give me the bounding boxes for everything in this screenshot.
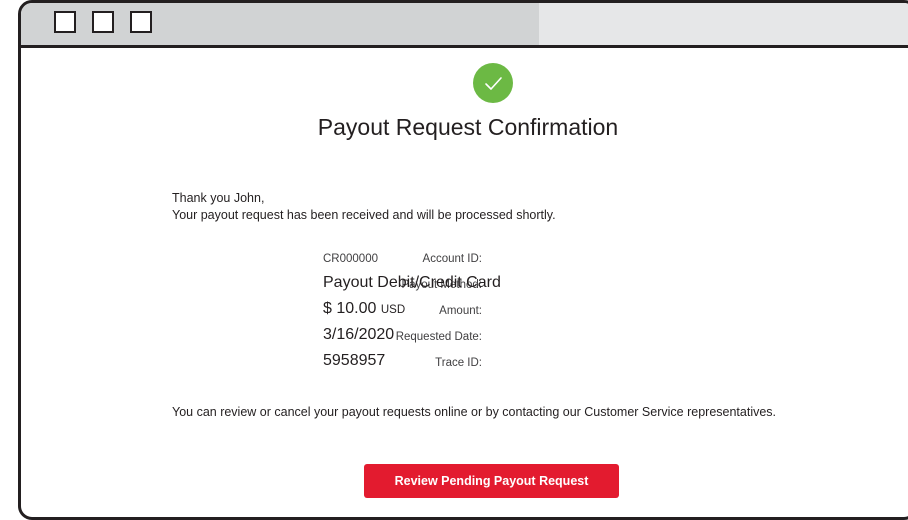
detail-label: Requested Date: xyxy=(395,331,482,343)
window-button-2[interactable] xyxy=(92,11,114,33)
detail-row-amount: Amount: $ 10.00 USD xyxy=(21,300,908,324)
detail-row-payout-method: Payout Method: Payout Debit/Credit Card xyxy=(21,274,908,298)
window-titlebar xyxy=(21,3,908,48)
greeting-message: Your payout request has been received an… xyxy=(172,208,556,222)
greeting-line: Thank you John, xyxy=(172,191,265,205)
window-button-3[interactable] xyxy=(130,11,152,33)
titlebar-tab-area xyxy=(539,3,908,45)
confirmation-content: Payout Request Confirmation Thank you Jo… xyxy=(21,48,908,517)
detail-value: 3/16/2020 xyxy=(323,326,395,343)
currency-unit: USD xyxy=(380,304,406,316)
browser-window: Payout Request Confirmation Thank you Jo… xyxy=(18,0,908,520)
success-check-icon xyxy=(473,63,513,103)
detail-value: Payout Debit/Credit Card xyxy=(323,274,501,291)
page-title: Payout Request Confirmation xyxy=(317,114,619,140)
detail-value: $ 10.00 USD xyxy=(323,300,405,318)
detail-value: 5958957 xyxy=(323,352,386,369)
detail-value: CR000000 xyxy=(323,253,378,265)
review-pending-payout-button[interactable]: Review Pending Payout Request xyxy=(364,464,619,498)
window-button-1[interactable] xyxy=(54,11,76,33)
amount-value: $ 10.00 xyxy=(323,300,377,317)
greeting-text: Thank you John, Your payout request has … xyxy=(172,190,556,224)
detail-label: Trace ID: xyxy=(435,357,482,369)
review-info-text: You can review or cancel your payout req… xyxy=(172,405,777,419)
detail-label: Amount: xyxy=(439,305,482,317)
detail-row-trace-id: Trace ID: 5958957 xyxy=(21,352,908,376)
detail-label: Account ID: xyxy=(422,253,482,265)
check-icon xyxy=(485,77,502,90)
detail-row-account-id: Account ID: CR000000 xyxy=(21,250,908,274)
detail-row-requested-date: Requested Date: 3/16/2020 xyxy=(21,326,908,350)
